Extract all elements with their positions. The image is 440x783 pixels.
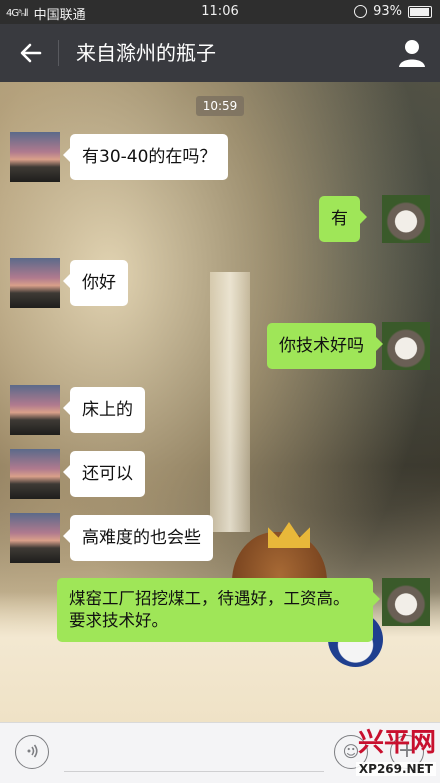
message-bubble-outgoing[interactable]: 煤窑工厂招挖煤工，待遇好，工资高。要求技术好。 (57, 578, 380, 642)
contact-avatar[interactable] (10, 513, 60, 563)
message-bubble-outgoing[interactable]: 你技术好吗 (267, 323, 383, 369)
user-avatar[interactable] (382, 195, 430, 243)
watermark-brand: 兴平网 (357, 728, 436, 758)
contact-avatar[interactable] (10, 385, 60, 435)
message-bubble-incoming[interactable]: 还可以 (63, 451, 145, 497)
message-bubble-incoming[interactable]: 高难度的也会些 (63, 515, 213, 561)
chat-title: 来自滁州的瓶子 (76, 41, 216, 65)
person-icon[interactable] (398, 38, 426, 68)
status-bar: 4Gᵃₙll 中国联通 11:06 93% (0, 0, 440, 24)
alarm-icon (354, 5, 368, 18)
message-timestamp: 10:59 (196, 96, 244, 116)
watermark-url: XP269.NET (355, 762, 436, 776)
header-divider (58, 40, 59, 66)
arrow-left-icon[interactable] (16, 38, 46, 68)
message-input[interactable] (64, 735, 324, 772)
message-bubble-outgoing[interactable]: 有 (319, 196, 367, 242)
site-watermark: 兴平网 XP269.NET (326, 728, 436, 780)
contact-avatar[interactable] (10, 258, 60, 308)
contact-avatar[interactable] (10, 132, 60, 182)
voice-icon[interactable] (15, 735, 49, 769)
contact-avatar[interactable] (10, 449, 60, 499)
battery-percent: 93% (373, 4, 402, 19)
background-crown (268, 522, 310, 548)
user-avatar[interactable] (382, 578, 430, 626)
message-bubble-incoming[interactable]: 有30-40的在吗？ (62, 134, 229, 180)
message-bubble-incoming[interactable]: 床上的 (63, 387, 145, 433)
message-bubble-incoming[interactable]: 你好 (63, 260, 128, 306)
chat-header: 来自滁州的瓶子 (0, 24, 440, 82)
user-avatar[interactable] (382, 322, 430, 370)
battery-icon (408, 5, 432, 18)
background-pillar (210, 272, 250, 532)
